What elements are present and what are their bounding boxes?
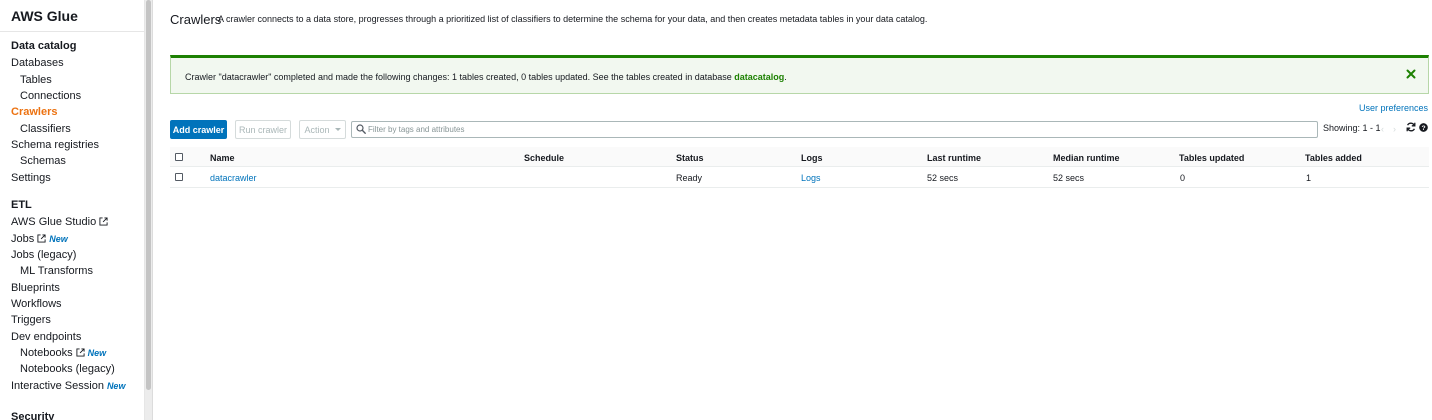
- sidebar-divider: [0, 31, 144, 32]
- select-all-checkbox[interactable]: [175, 153, 183, 161]
- sidebar-brand[interactable]: AWS Glue: [11, 8, 78, 24]
- column-header-tables-added[interactable]: Tables added: [1305, 153, 1362, 163]
- flash-message-prefix: Crawler "datacrawler" completed and made…: [185, 72, 735, 82]
- sidebar-item-connections[interactable]: Connections: [20, 89, 81, 103]
- column-header-schedule[interactable]: Schedule: [524, 153, 564, 163]
- sidebar-heading-security: Security: [11, 411, 55, 420]
- cell-last-runtime: 52 secs: [927, 173, 959, 183]
- sidebar-scrollbar[interactable]: [145, 0, 153, 420]
- sidebar-item-glue-studio[interactable]: AWS Glue Studio: [11, 215, 108, 229]
- sidebar-item-jobs-legacy[interactable]: Jobs (legacy): [11, 248, 76, 262]
- user-preferences-link[interactable]: User preferences: [1359, 103, 1428, 113]
- cell-status: Ready: [676, 173, 703, 183]
- sidebar-item-label: Interactive Session: [11, 380, 104, 392]
- caret-down-icon: [334, 128, 341, 131]
- column-header-logs[interactable]: Logs: [801, 153, 823, 163]
- table-row[interactable]: datacrawler Ready Logs 52 secs 52 secs 0…: [170, 167, 1429, 188]
- new-badge: New: [87, 348, 107, 358]
- close-icon[interactable]: [1406, 69, 1416, 79]
- help-icon[interactable]: ?: [1419, 123, 1428, 132]
- success-flash-message: Crawler "datacrawler" completed and made…: [170, 55, 1429, 94]
- cell-tables-updated: 0: [1180, 173, 1186, 183]
- cell-median-runtime: 52 secs: [1053, 173, 1085, 183]
- database-link[interactable]: datacatalog: [734, 72, 784, 82]
- new-badge: New: [49, 234, 68, 244]
- action-dropdown[interactable]: Action: [299, 120, 346, 139]
- search-icon: [356, 124, 366, 134]
- search-box[interactable]: [351, 121, 1318, 138]
- crawler-name-link[interactable]: datacrawler: [210, 173, 257, 183]
- sidebar-item-schema-registries[interactable]: Schema registries: [11, 138, 99, 152]
- sidebar-item-workflows[interactable]: Workflows: [11, 297, 62, 311]
- sidebar-item-classifiers[interactable]: Classifiers: [20, 122, 71, 136]
- flash-message-suffix: .: [784, 72, 787, 82]
- sidebar-item-notebooks[interactable]: Notebooks New: [20, 346, 106, 360]
- sidebar-item-databases[interactable]: Databases: [11, 56, 64, 70]
- page-description: A crawler connects to a data store, prog…: [218, 14, 928, 24]
- action-dropdown-label: Action: [304, 124, 330, 135]
- sidebar-item-tables[interactable]: Tables: [20, 73, 52, 87]
- sidebar-item-label: Notebooks: [20, 347, 73, 359]
- external-link-icon: [76, 348, 85, 357]
- add-crawler-button[interactable]: Add crawler: [170, 120, 227, 139]
- column-header-status[interactable]: Status: [676, 153, 704, 163]
- sidebar-item-dev-endpoints[interactable]: Dev endpoints: [11, 330, 81, 344]
- search-input[interactable]: [368, 122, 1308, 137]
- sidebar-item-interactive-session[interactable]: Interactive Session New: [11, 379, 125, 393]
- previous-page-icon[interactable]: ‹: [1381, 124, 1384, 134]
- table-header: Name Schedule Status Logs Last runtime M…: [170, 147, 1429, 167]
- sidebar-item-blueprints[interactable]: Blueprints: [11, 281, 60, 295]
- logs-link[interactable]: Logs: [801, 173, 821, 183]
- next-page-icon[interactable]: ›: [1393, 124, 1396, 134]
- sidebar-item-notebooks-legacy[interactable]: Notebooks (legacy): [20, 362, 115, 376]
- page-title: Crawlers: [170, 12, 222, 27]
- sidebar-item-label: AWS Glue Studio: [11, 216, 97, 228]
- sidebar-item-ml-transforms[interactable]: ML Transforms: [20, 264, 93, 278]
- sidebar: AWS Glue Data catalog Databases Tables C…: [0, 0, 145, 420]
- sidebar-item-settings[interactable]: Settings: [11, 171, 51, 185]
- scrollbar-thumb[interactable]: [146, 0, 151, 390]
- sidebar-heading-data-catalog: Data catalog: [11, 40, 77, 52]
- sidebar-item-schemas[interactable]: Schemas: [20, 154, 66, 168]
- sidebar-item-triggers[interactable]: Triggers: [11, 313, 51, 327]
- external-link-icon: [99, 217, 108, 226]
- cell-tables-added: 1: [1306, 173, 1312, 183]
- sidebar-heading-etl: ETL: [11, 199, 32, 211]
- pagination-showing: Showing: 1 - 1: [1323, 123, 1381, 133]
- column-header-name[interactable]: Name: [210, 153, 235, 163]
- sidebar-item-label: Jobs: [11, 233, 35, 245]
- new-badge: New: [106, 381, 126, 391]
- flash-message-text: Crawler "datacrawler" completed and made…: [185, 72, 787, 82]
- svg-text:?: ?: [1421, 125, 1425, 132]
- sidebar-item-jobs[interactable]: Jobs New: [11, 232, 68, 246]
- column-header-median-runtime[interactable]: Median runtime: [1053, 153, 1120, 163]
- row-checkbox[interactable]: [175, 173, 183, 181]
- sidebar-item-crawlers[interactable]: Crawlers: [11, 105, 57, 119]
- external-link-icon: [37, 234, 46, 243]
- run-crawler-button[interactable]: Run crawler: [235, 120, 291, 139]
- refresh-icon[interactable]: [1406, 122, 1416, 132]
- column-header-tables-updated[interactable]: Tables updated: [1179, 153, 1244, 163]
- column-header-last-runtime[interactable]: Last runtime: [927, 153, 981, 163]
